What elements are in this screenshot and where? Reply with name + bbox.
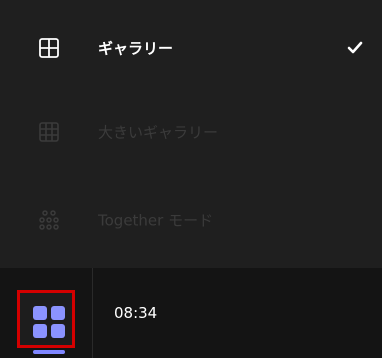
menu-item-together-mode: Together モード	[0, 190, 382, 250]
people-grid-icon	[39, 210, 59, 230]
menu-item-label: ギャラリー	[98, 39, 174, 58]
clock-time: 08:34	[114, 304, 158, 322]
bottom-divider	[92, 268, 93, 358]
menu-item-label: Together モード	[98, 211, 214, 230]
layout-button[interactable]	[17, 290, 75, 348]
menu-item-gallery[interactable]: ギャラリー	[0, 18, 382, 78]
grid-3x3-icon	[39, 122, 59, 142]
layout-menu: ギャラリー 大きいギャラリー Together モード	[0, 0, 382, 268]
check-icon	[347, 41, 363, 54]
layout-grid-icon	[33, 306, 65, 338]
menu-item-large-gallery: 大きいギャラリー	[0, 102, 382, 162]
grid-2x2-icon	[39, 38, 59, 58]
menu-item-label: 大きいギャラリー	[98, 123, 219, 142]
bottom-bar: 08:34	[0, 268, 382, 358]
active-indicator	[33, 350, 65, 354]
